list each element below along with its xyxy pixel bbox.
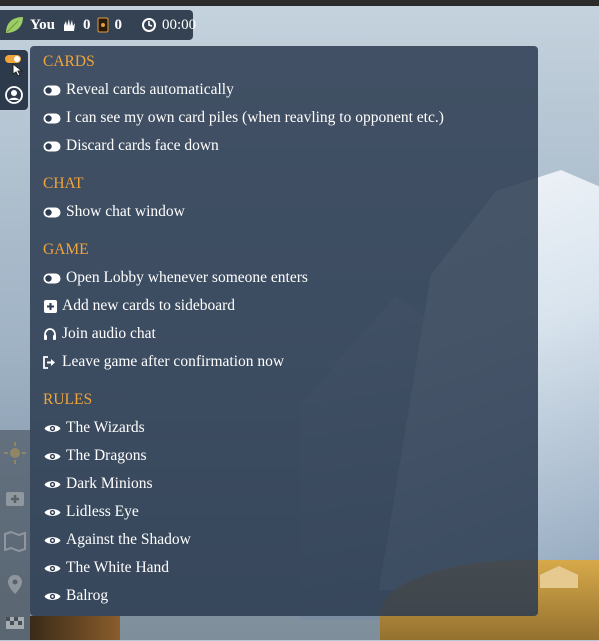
see-own-card-piles-option[interactable]: I can see my own card piles (when reavli…: [43, 109, 444, 127]
rule-against-the-shadow[interactable]: Against the Shadow: [43, 531, 191, 549]
rule-label: Against the Shadow: [66, 531, 191, 548]
join-audio-chat-option[interactable]: Join audio chat: [43, 325, 156, 343]
option-label: Reveal cards automatically: [66, 81, 234, 98]
eye-icon: [43, 533, 61, 547]
toggle-off-icon: [43, 139, 61, 153]
toggle-off-icon: [43, 83, 61, 97]
clock-icon: [142, 18, 157, 32]
medical-kit-icon[interactable]: [4, 486, 26, 508]
rule-the-dragons[interactable]: The Dragons: [43, 447, 147, 465]
option-label: Open Lobby whenever someone enters: [66, 269, 308, 286]
rule-the-wizards[interactable]: The Wizards: [43, 419, 145, 437]
rule-dark-minions[interactable]: Dark Minions: [43, 475, 153, 493]
rule-label: Balrog: [66, 587, 109, 604]
rule-label: Dark Minions: [66, 475, 153, 492]
toggle-pointer-icon: [5, 55, 24, 77]
section-title-cards: CARDS: [43, 53, 95, 70]
map-marker-icon[interactable]: [4, 574, 26, 596]
player-status-bar: You 0 0 00:00: [0, 10, 196, 40]
show-chat-window-option[interactable]: Show chat window: [43, 203, 185, 221]
sun-icon[interactable]: [4, 442, 26, 464]
checkered-flag-icon[interactable]: [4, 614, 26, 636]
rule-label: The Wizards: [66, 419, 145, 436]
rule-lidless-eye[interactable]: Lidless Eye: [43, 503, 139, 521]
toggle-off-icon: [43, 271, 61, 285]
option-label: Leave game after confirmation now: [62, 353, 285, 370]
settings-toggle-button[interactable]: [3, 54, 25, 77]
eye-icon: [43, 561, 61, 575]
option-label: Discard cards face down: [66, 137, 219, 154]
hand-count: 0: [83, 16, 91, 33]
headphones-icon: [43, 327, 57, 341]
map-icon[interactable]: [4, 530, 26, 553]
eye-icon: [43, 477, 61, 491]
toggle-off-icon: [43, 205, 61, 219]
eye-icon: [43, 505, 61, 519]
timer: 00:00: [142, 17, 196, 34]
timer-value: 00:00: [162, 16, 197, 33]
sidebar-lower-group: [0, 430, 30, 640]
settings-menu-panel: CARDS Reveal cards automatically I can s…: [30, 46, 538, 616]
rule-the-white-hand[interactable]: The White Hand: [43, 559, 169, 577]
section-title-chat: CHAT: [43, 175, 84, 192]
profile-button[interactable]: [3, 84, 25, 106]
hand-icon: [61, 17, 77, 33]
open-lobby-option[interactable]: Open Lobby whenever someone enters: [43, 269, 308, 287]
option-label: I can see my own card piles (when reavli…: [66, 109, 444, 126]
left-sidebar: [0, 50, 30, 640]
add-cards-sideboard-option[interactable]: Add new cards to sideboard: [43, 297, 235, 315]
section-title-rules: RULES: [43, 391, 93, 408]
option-label: Join audio chat: [62, 325, 156, 342]
sign-out-icon: [43, 355, 57, 369]
rule-balrog[interactable]: Balrog: [43, 587, 108, 605]
player-name: You: [30, 16, 56, 33]
discard-face-down-option[interactable]: Discard cards face down: [43, 137, 219, 155]
eye-icon: [43, 589, 61, 603]
user-circle-icon: [5, 86, 23, 104]
eye-icon: [43, 449, 61, 463]
toggle-off-icon: [43, 111, 61, 125]
leave-game-option[interactable]: Leave game after confirmation now: [43, 353, 284, 371]
card-count: 0: [114, 16, 123, 33]
reveal-cards-option[interactable]: Reveal cards automatically: [43, 81, 234, 99]
rule-label: The Dragons: [66, 447, 147, 464]
rule-label: Lidless Eye: [66, 503, 139, 520]
card-icon: [97, 17, 109, 33]
plus-square-icon: [43, 299, 57, 313]
eye-icon: [43, 421, 61, 435]
leaf-icon: [4, 15, 24, 35]
option-label: Show chat window: [66, 203, 185, 220]
option-label: Add new cards to sideboard: [62, 297, 236, 314]
rule-label: The White Hand: [66, 559, 170, 576]
section-title-game: GAME: [43, 241, 89, 258]
